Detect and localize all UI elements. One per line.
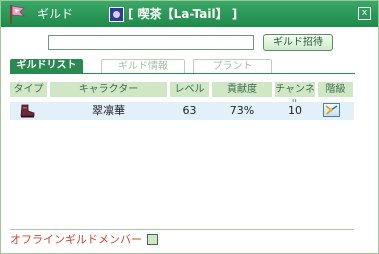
close-button[interactable]: x xyxy=(358,7,371,20)
column-header-level[interactable]: レベル xyxy=(170,82,209,97)
offline-members-label: オフラインギルドメンバー xyxy=(10,233,142,246)
column-header-channel[interactable]: チャンネル xyxy=(275,82,315,110)
guild-name-text: [ 喫茶【La-Tail】 ] xyxy=(128,7,238,21)
tab-plant[interactable]: プラント xyxy=(193,59,272,73)
tab-guild-list[interactable]: ギルドリスト xyxy=(10,59,83,73)
guild-window: ギルド [ 喫茶【La-Tail】 ] x ギルド招待 ギルドリスト ギルド情報… xyxy=(0,0,379,254)
member-contribution: 73% xyxy=(229,104,255,117)
title-bar[interactable]: ギルド [ 喫茶【La-Tail】 ] x xyxy=(1,1,378,27)
member-level: 63 xyxy=(182,104,197,117)
guild-master-icon[interactable] xyxy=(323,103,340,117)
guild-invite-button[interactable]: ギルド招待 xyxy=(263,34,333,51)
column-header-contribution[interactable]: 貢献度 xyxy=(212,82,272,97)
column-header-character[interactable]: キャラクター xyxy=(50,82,167,97)
column-header-rank[interactable]: 階級 xyxy=(318,82,353,97)
boot-icon xyxy=(13,104,43,118)
offline-members-checkbox[interactable] xyxy=(147,234,158,245)
column-header-type[interactable]: タイプ xyxy=(10,82,47,97)
footer-divider xyxy=(10,229,354,230)
member-channel: 10 xyxy=(288,104,302,117)
window-title: ギルド xyxy=(37,7,74,21)
tab-guild-info[interactable]: ギルド情報 xyxy=(101,59,185,73)
guild-name: [ 喫茶【La-Tail】 ] xyxy=(109,6,237,22)
guild-emblem-icon xyxy=(109,6,124,22)
guild-flag-icon xyxy=(5,3,29,25)
search-input[interactable] xyxy=(48,35,254,50)
member-name: 翠凛華 xyxy=(92,104,125,117)
tab-divider xyxy=(10,73,355,74)
